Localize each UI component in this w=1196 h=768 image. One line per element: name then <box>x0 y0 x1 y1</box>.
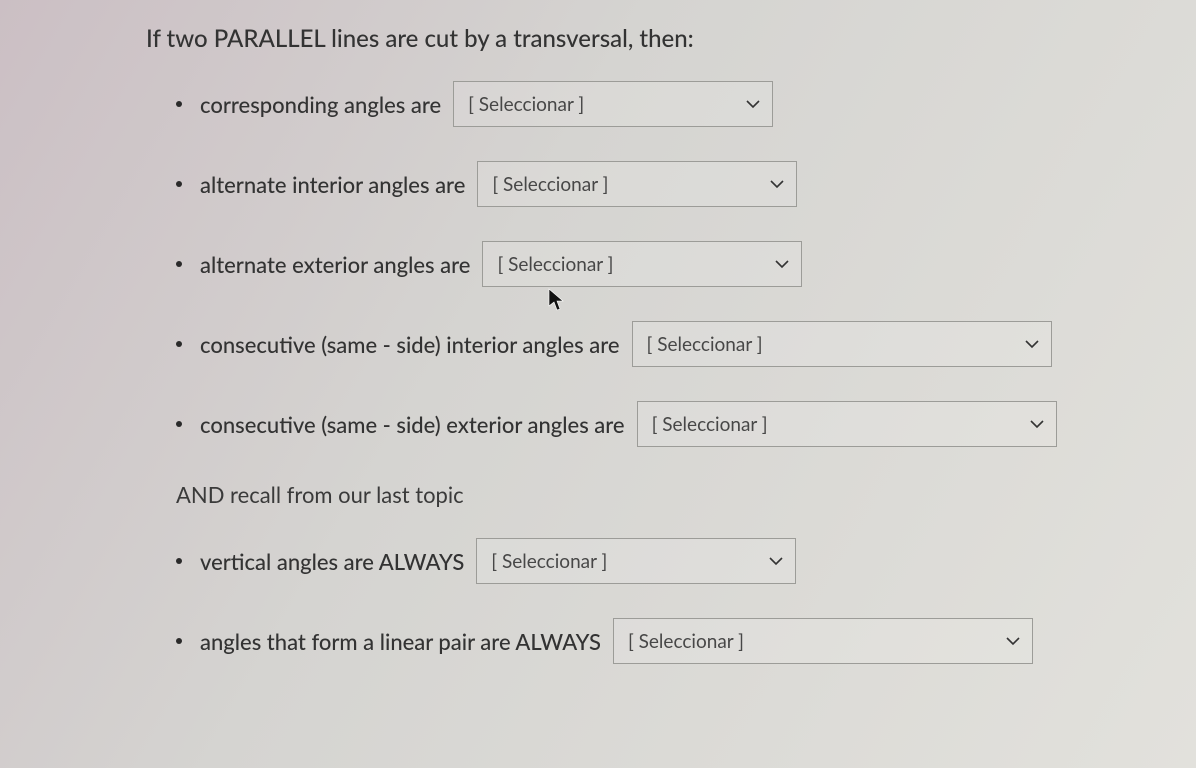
chevron-down-icon <box>769 554 783 568</box>
angle-statement-list: corresponding angles are [ Seleccionar ]… <box>146 81 1156 447</box>
select-placeholder: [ Seleccionar ] <box>647 333 763 356</box>
select-placeholder: [ Seleccionar ] <box>628 630 744 653</box>
select-consec-interior[interactable]: [ Seleccionar ] <box>632 321 1052 367</box>
list-item: alternate exterior angles are [ Seleccio… <box>176 241 1156 287</box>
statement-label: angles that form a linear pair are ALWAY… <box>200 628 601 655</box>
chevron-down-icon <box>746 97 760 111</box>
chevron-down-icon <box>1006 634 1020 648</box>
statement-label: vertical angles are ALWAYS <box>200 548 464 575</box>
select-placeholder: [ Seleccionar ] <box>497 253 613 276</box>
select-alt-exterior[interactable]: [ Seleccionar ] <box>482 241 802 287</box>
list-item: consecutive (same - side) interior angle… <box>176 321 1156 367</box>
select-corresponding[interactable]: [ Seleccionar ] <box>453 81 773 127</box>
list-item: alternate interior angles are [ Seleccio… <box>176 161 1156 207</box>
list-item: angles that form a linear pair are ALWAY… <box>176 618 1156 664</box>
list-item: vertical angles are ALWAYS [ Seleccionar… <box>176 538 1156 584</box>
select-alt-interior[interactable]: [ Seleccionar ] <box>477 161 797 207</box>
question-heading: If two PARALLEL lines are cut by a trans… <box>146 24 1156 53</box>
chevron-down-icon <box>1025 337 1039 351</box>
select-consec-exterior[interactable]: [ Seleccionar ] <box>637 401 1057 447</box>
list-item: consecutive (same - side) exterior angle… <box>176 401 1156 447</box>
select-placeholder: [ Seleccionar ] <box>491 550 607 573</box>
list-item: corresponding angles are [ Seleccionar ] <box>176 81 1156 127</box>
recall-subheading: AND recall from our last topic <box>176 481 1156 508</box>
chevron-down-icon <box>1030 417 1044 431</box>
select-vertical[interactable]: [ Seleccionar ] <box>476 538 796 584</box>
recall-statement-list: vertical angles are ALWAYS [ Seleccionar… <box>146 538 1156 664</box>
statement-label: consecutive (same - side) interior angle… <box>200 331 620 358</box>
statement-label: corresponding angles are <box>200 91 441 118</box>
chevron-down-icon <box>775 257 789 271</box>
statement-label: alternate exterior angles are <box>200 251 470 278</box>
question-body: If two PARALLEL lines are cut by a trans… <box>0 0 1196 738</box>
statement-label: consecutive (same - side) exterior angle… <box>200 411 625 438</box>
chevron-down-icon <box>770 177 784 191</box>
select-placeholder: [ Seleccionar ] <box>492 173 608 196</box>
select-placeholder: [ Seleccionar ] <box>652 413 768 436</box>
statement-label: alternate interior angles are <box>200 171 465 198</box>
select-linear-pair[interactable]: [ Seleccionar ] <box>613 618 1033 664</box>
select-placeholder: [ Seleccionar ] <box>468 93 584 116</box>
